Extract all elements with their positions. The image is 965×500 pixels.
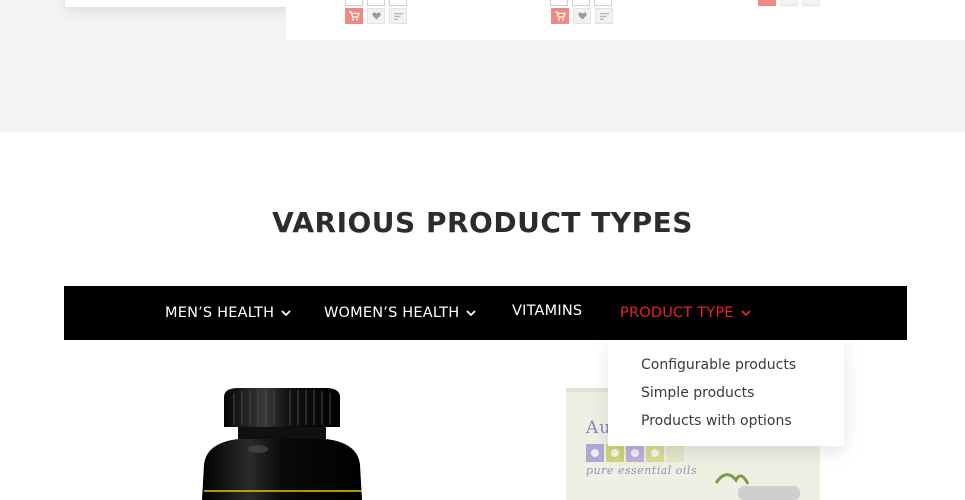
menu-item-configurable-products[interactable]: Configurable products bbox=[608, 354, 844, 382]
product-actions bbox=[551, 8, 613, 24]
product-type-dropdown-menu: Configurable products Simple products Pr… bbox=[608, 340, 844, 446]
add-to-cart-button[interactable] bbox=[551, 8, 569, 24]
wishlist-button[interactable] bbox=[367, 8, 385, 24]
page: VARIOUS PRODUCT TYPES MEN’S HEALTH WOMEN… bbox=[0, 0, 965, 500]
wishlist-button[interactable] bbox=[573, 8, 591, 24]
product-actions bbox=[758, 0, 820, 6]
category-nav-bar: MEN’S HEALTH WOMEN’S HEALTH VITAMINS PRO… bbox=[64, 286, 907, 340]
nav-item-mens-health[interactable]: MEN’S HEALTH bbox=[165, 286, 291, 340]
nav-item-vitamins[interactable]: VITAMINS bbox=[512, 284, 582, 338]
cart-icon bbox=[348, 11, 360, 21]
menu-item-products-with-options[interactable]: Products with options bbox=[608, 410, 844, 438]
product-grid-row bbox=[286, 0, 965, 40]
compare-button[interactable] bbox=[594, 0, 612, 6]
section-title: VARIOUS PRODUCT TYPES bbox=[272, 206, 693, 239]
brand-tagline: pure essential oils bbox=[586, 464, 698, 477]
nav-item-label: VITAMINS bbox=[512, 303, 583, 319]
chevron-down-icon bbox=[281, 309, 291, 317]
product-image-supplement-bottle[interactable] bbox=[196, 385, 368, 500]
add-to-cart-button[interactable] bbox=[345, 8, 363, 24]
nav-item-label: PRODUCT TYPE bbox=[620, 305, 734, 321]
chevron-down-icon bbox=[466, 309, 476, 317]
compare-icon bbox=[599, 12, 609, 20]
product-actions bbox=[550, 0, 612, 6]
compare-button[interactable] bbox=[389, 8, 407, 24]
menu-item-simple-products[interactable]: Simple products bbox=[608, 382, 844, 410]
compare-button[interactable] bbox=[595, 8, 613, 24]
compare-button[interactable] bbox=[802, 0, 820, 6]
compare-button[interactable] bbox=[389, 0, 407, 6]
nav-item-womens-health[interactable]: WOMEN’S HEALTH bbox=[324, 286, 476, 340]
wishlist-button[interactable] bbox=[367, 0, 385, 6]
product-actions bbox=[345, 8, 407, 24]
nav-item-label: MEN’S HEALTH bbox=[165, 305, 275, 321]
wishlist-button[interactable] bbox=[780, 0, 798, 6]
cart-button[interactable] bbox=[345, 0, 363, 6]
nav-item-product-type[interactable]: PRODUCT TYPE bbox=[620, 286, 751, 340]
compare-icon bbox=[393, 12, 403, 20]
cart-icon bbox=[554, 11, 566, 21]
cart-button[interactable] bbox=[550, 0, 568, 6]
product-actions bbox=[345, 0, 407, 6]
heart-icon bbox=[371, 12, 381, 20]
nav-item-label: WOMEN’S HEALTH bbox=[324, 305, 460, 321]
wishlist-button[interactable] bbox=[572, 0, 590, 6]
cart-button[interactable] bbox=[758, 0, 776, 6]
heart-icon bbox=[577, 12, 587, 20]
chevron-down-icon bbox=[740, 309, 751, 317]
